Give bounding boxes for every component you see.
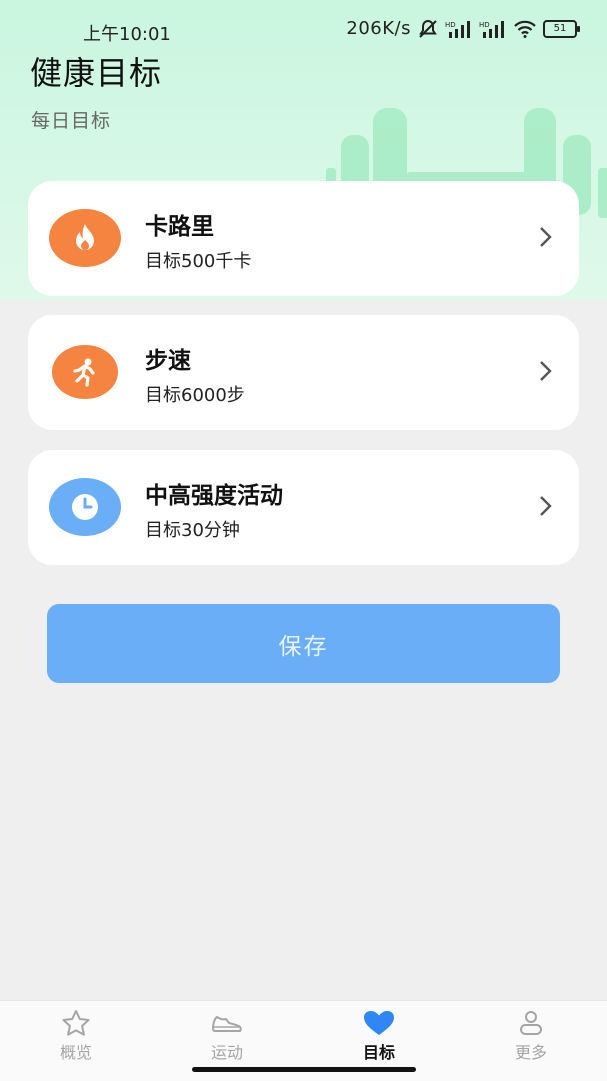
running-person-icon (52, 345, 118, 399)
shoe-icon (212, 1016, 242, 1032)
tab-label: 目标 (362, 1043, 395, 1062)
tab-goals[interactable]: 目标 (339, 1009, 419, 1065)
flame-icon (49, 209, 121, 267)
svg-text:HD: HD (479, 21, 490, 29)
svg-text:HD: HD (445, 21, 456, 29)
clock-icon (49, 478, 121, 536)
tab-exercise[interactable]: 运动 (187, 1009, 267, 1065)
goal-card-steps[interactable]: 步速 目标6000步 (28, 315, 579, 430)
chevron-right-icon (540, 496, 552, 516)
person-icon (520, 1011, 542, 1035)
tab-label: 概览 (59, 1043, 92, 1062)
save-button[interactable]: 保存 (47, 604, 560, 683)
goal-title: 卡路里 (145, 214, 214, 240)
goal-subtitle: 目标30分钟 (145, 520, 240, 541)
battery-icon: 51 (543, 19, 580, 38)
status-time: 上午10:01 (83, 24, 171, 45)
signal-hd-icon: HD (445, 20, 470, 38)
tab-overview[interactable]: 概览 (36, 1009, 116, 1065)
goal-card-calories[interactable]: 卡路里 目标500千卡 (28, 181, 579, 296)
chevron-right-icon (540, 227, 552, 247)
goal-card-activity[interactable]: 中高强度活动 目标30分钟 (28, 450, 579, 565)
section-label: 每日目标 (31, 110, 112, 132)
tab-label: 运动 (210, 1043, 243, 1062)
network-speed: 206K/s (346, 18, 411, 39)
star-icon (62, 1010, 90, 1036)
goal-subtitle: 目标500千卡 (145, 251, 252, 272)
page-title: 健康目标 (30, 54, 163, 92)
signal-hd-icon-2: HD (479, 20, 504, 38)
goal-title: 步速 (145, 348, 191, 374)
wifi-icon (514, 20, 536, 38)
mute-bell-icon (419, 19, 437, 38)
tab-more[interactable]: 更多 (491, 1009, 571, 1065)
home-indicator (192, 1067, 416, 1072)
chevron-right-icon (540, 361, 552, 381)
goal-subtitle: 目标6000步 (145, 385, 245, 406)
status-indicators: 206K/s HD HD 51 (346, 18, 580, 39)
heart-icon (364, 1011, 394, 1035)
tab-label: 更多 (514, 1043, 547, 1062)
goal-title: 中高强度活动 (145, 483, 283, 509)
